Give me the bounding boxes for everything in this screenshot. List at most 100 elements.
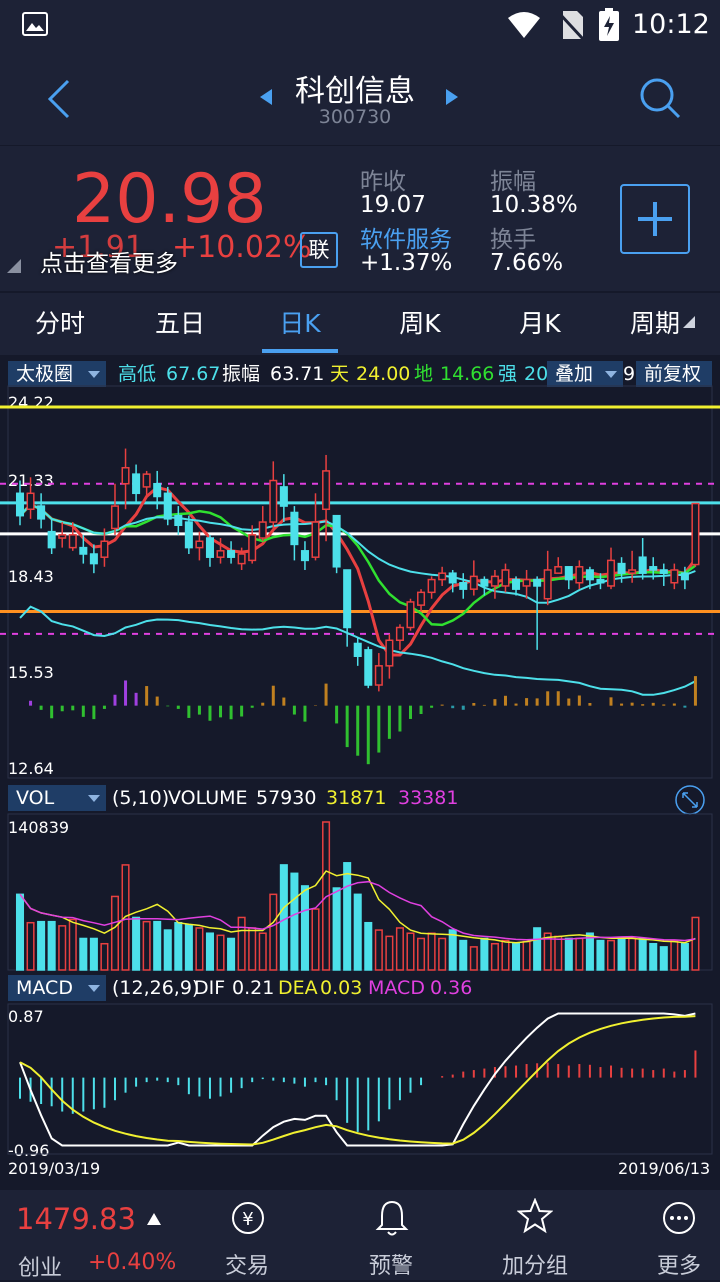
candle-body [395,626,404,642]
volume-bar [290,872,299,971]
star-icon [517,1198,553,1234]
volume-bar [174,921,183,971]
candle-body [459,582,468,590]
volume-bar [26,921,35,971]
volume-bar [490,942,499,971]
volume-bar [469,946,478,971]
candle-body [163,492,172,520]
volume-bar [353,893,362,971]
more-icon [663,1202,695,1234]
candle-body [480,578,489,587]
volume-bar [311,908,320,971]
volume-bar [459,939,468,971]
nav-add-group-label: 加分组 [501,1254,568,1279]
volume-bar [680,942,689,971]
volume-bar [691,916,700,971]
candle-body [670,569,679,584]
ma10-line [19,502,697,627]
candle-body [628,569,637,574]
volume-bar [670,939,679,971]
candle-body [47,530,56,549]
volume-bar [205,932,214,971]
volume-bar [659,946,668,971]
candle-body [216,550,225,558]
candle-body [142,473,151,488]
candle-body [205,537,214,558]
candle-body [585,569,594,581]
candle-body [322,470,331,511]
candle-body [343,569,352,629]
index-value[interactable]: 1479.83 [16,1202,136,1236]
nav-add-group[interactable]: 加分组 [480,1190,590,1280]
volume-bar [100,942,109,971]
candle-body [522,578,531,587]
nav-trade[interactable]: ¥ 交易 [192,1190,302,1280]
candle-body [15,492,25,517]
volume-bar [300,885,309,971]
candle-body [100,540,109,558]
candle-body [110,505,120,530]
volume-bar [47,920,56,971]
candle-body [300,550,309,562]
candle-body [132,473,141,495]
volume-bar [448,929,457,971]
volume-bar [638,937,647,971]
candle-body [269,479,278,523]
volume-bar [153,920,162,971]
candle-body [406,601,415,629]
volume-bar [15,893,25,971]
candle-body [385,639,394,667]
kline-chart[interactable] [0,0,720,1190]
candle-body [427,578,436,594]
candle-body [417,591,426,606]
volume-bar [522,940,531,971]
volume-bar [406,932,415,971]
index-change: +0.40% [88,1250,177,1275]
volume-bar [58,925,67,971]
candle-body [680,572,689,581]
nav-alert-label: 预警 [368,1254,413,1279]
volume-bar [142,920,151,971]
candle-body [606,559,616,587]
candle-body [691,502,700,566]
volume-bar [501,939,510,971]
candle-body [638,556,647,574]
nav-alert[interactable]: 预警 [336,1190,446,1280]
candle-body [153,482,162,498]
volume-bar [216,934,225,971]
volume-bar [554,935,563,971]
candle-body [649,566,658,571]
volume-bar [89,937,98,971]
candle-body [37,505,46,520]
volume-bar [79,937,88,971]
bottom-bar: 1479.83 创业 +0.40% ¥ 交易 预警 加分组 更多 [0,1190,720,1281]
candle-body [512,578,521,590]
candle-body [184,521,193,549]
volume-bar [248,927,257,971]
volume-bar [110,895,120,971]
candle-body [26,492,35,511]
candle-body [195,540,204,549]
candle-body [374,665,383,686]
volume-bar [512,942,521,971]
candle-body [227,550,236,558]
candle-body [543,569,552,600]
nav-more[interactable]: 更多 [624,1190,720,1280]
nav-more-label: 更多 [656,1254,701,1279]
volume-bar [617,937,626,971]
volume-bar [227,937,236,971]
main-chart-frame [7,385,713,779]
candle-body [79,546,88,555]
volume-bar [68,918,77,971]
volume-bar [163,929,172,971]
nav-trade-label: 交易 [224,1254,269,1279]
candle-body [258,521,267,539]
volume-bar [132,916,141,971]
candle-body [353,642,362,658]
volume-bar [332,887,341,971]
up-arrow-icon [147,1213,161,1225]
volume-bar [564,937,573,971]
volume-bar [606,939,616,971]
trade-icon: ¥ [232,1202,264,1234]
volume-bar [374,929,383,971]
